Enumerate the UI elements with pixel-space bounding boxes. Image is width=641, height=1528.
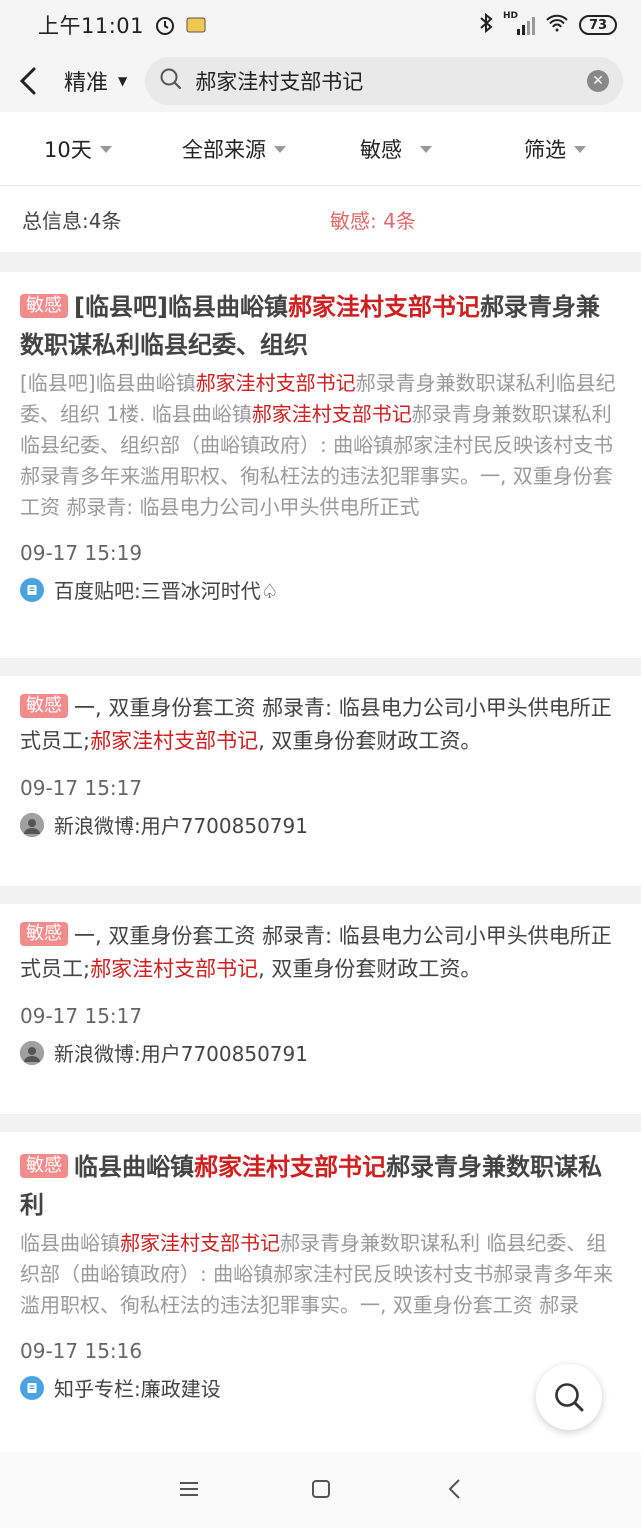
back-button[interactable]: [18, 61, 52, 101]
doc-icon: [20, 577, 44, 602]
sensitive-badge: 敏感: [20, 694, 68, 718]
filter-bar: 10天 全部来源 敏感 筛选: [0, 112, 641, 186]
search-box[interactable]: ✕: [145, 57, 623, 105]
result-card[interactable]: 敏感 一, 双重身份套工资 郝录青: 临县电力公司小甲头供电所正式员工;郝家洼村支…: [0, 676, 641, 886]
result-card[interactable]: 敏感 [临县吧]临县曲峪镇郝家洼村支部书记郝录青身兼数职谋私利临县纪委、组织 [临…: [0, 272, 641, 658]
result-summary: 总信息:4条 敏感: 4条: [0, 186, 641, 252]
filter-sensitivity[interactable]: 敏感: [360, 112, 432, 186]
title-text: 临县曲峪镇: [74, 1153, 194, 1181]
total-count: 总信息:4条: [22, 208, 122, 233]
status-bar: 上午11:01 HD 73: [0, 0, 641, 50]
result-source[interactable]: 新浪微博:用户7700850791: [20, 1038, 621, 1067]
chevron-left-icon: [448, 1479, 460, 1499]
source-name: 新浪微博:用户7700850791: [54, 1042, 308, 1066]
back-nav-button[interactable]: [440, 1474, 470, 1504]
system-navigation-bar: [0, 1452, 641, 1528]
snippet-highlight: 郝家洼村支部书记: [90, 729, 259, 753]
result-card[interactable]: 敏感 一, 双重身份套工资 郝录青: 临县电力公司小甲头供电所正式员工;郝家洼村支…: [0, 904, 641, 1114]
filter-label: 10天: [44, 138, 92, 162]
menu-icon: [180, 1482, 198, 1496]
floating-search-button[interactable]: [536, 1364, 602, 1430]
search-icon: [159, 67, 183, 95]
network-label: HD: [503, 11, 519, 21]
filter-label: 敏感: [360, 138, 402, 162]
source-name: 知乎专栏:廉政建设: [54, 1377, 221, 1401]
result-source[interactable]: 新浪微博:用户7700850791: [20, 810, 621, 839]
result-source[interactable]: 知乎专栏:廉政建设: [20, 1373, 621, 1402]
search-mode-label: 精准: [64, 71, 109, 96]
result-time: 09-17 15:17: [20, 1004, 143, 1028]
menu-nav-button[interactable]: [174, 1474, 204, 1504]
sensitive-badge: 敏感: [20, 922, 68, 946]
result-time: 09-17 15:19: [20, 541, 143, 565]
filter-time-range[interactable]: 10天: [44, 112, 112, 186]
caret-down-icon: [420, 145, 432, 153]
close-icon: ✕: [592, 73, 604, 89]
result-time: 09-17 15:17: [20, 776, 143, 800]
avatar-icon: [20, 812, 44, 837]
sensitive-count: 敏感: 4条: [330, 208, 416, 233]
alarm-icon: [154, 14, 176, 36]
filter-source[interactable]: 全部来源: [182, 112, 286, 186]
result-title: 敏感 临县曲峪镇郝家洼村支部书记郝录青身兼数职谋私利: [20, 1148, 621, 1224]
search-mode-dropdown[interactable]: 精准 ▼: [64, 65, 127, 97]
search-header: 精准 ▼ ✕: [0, 50, 641, 112]
filter-label: 全部来源: [182, 138, 266, 162]
signal-icon: HD: [503, 11, 535, 35]
caret-down-icon: ▼: [118, 74, 128, 88]
bluetooth-icon: [479, 12, 493, 39]
avatar-icon: [20, 1040, 44, 1065]
search-input[interactable]: [195, 69, 587, 93]
doc-icon: [20, 1375, 44, 1400]
snippet-highlight: 郝家洼村支部书记: [120, 1231, 280, 1255]
snippet-text: 临县曲峪镇: [20, 1231, 120, 1255]
app-notification-icon: [186, 17, 206, 33]
result-snippet: 敏感 一, 双重身份套工资 郝录青: 临县电力公司小甲头供电所正式员工;郝家洼村支…: [20, 692, 621, 758]
home-square-icon: [312, 1480, 330, 1498]
wifi-icon: [545, 13, 569, 37]
battery-icon: 73: [579, 15, 617, 35]
snippet-text: , 双重身份套财政工资。: [258, 729, 482, 753]
search-icon: [555, 1383, 584, 1412]
title-highlight: 郝家洼村支部书记: [287, 293, 480, 321]
filter-label: 筛选: [524, 138, 566, 162]
caret-down-icon: [274, 145, 286, 153]
status-right: HD 73: [479, 11, 617, 39]
snippet-highlight: 郝家洼村支部书记: [90, 957, 259, 981]
source-name: 百度贴吧:三晋冰河时代♤: [54, 579, 279, 603]
snippet-text: [临县吧]临县曲峪镇: [20, 371, 196, 395]
sensitive-badge: 敏感: [20, 1154, 68, 1178]
result-source[interactable]: 百度贴吧:三晋冰河时代♤: [20, 575, 621, 604]
result-snippet: 敏感 一, 双重身份套工资 郝录青: 临县电力公司小甲头供电所正式员工;郝家洼村支…: [20, 920, 621, 986]
snippet-highlight: 郝家洼村支部书记: [195, 371, 356, 395]
home-nav-button[interactable]: [306, 1474, 336, 1504]
snippet-highlight: 郝家洼村支部书记: [251, 402, 412, 426]
chevron-left-icon: [19, 67, 36, 95]
filter-advanced[interactable]: 筛选: [524, 112, 586, 186]
title-text: [临县吧]临县曲峪镇: [74, 293, 288, 321]
result-snippet: 临县曲峪镇郝家洼村支部书记郝录青身兼数职谋私利 临县纪委、组织部（曲峪镇政府）:…: [20, 1228, 621, 1321]
sensitive-badge: 敏感: [20, 294, 68, 318]
caret-down-icon: [574, 145, 586, 153]
result-time: 09-17 15:16: [20, 1339, 143, 1363]
title-highlight: 郝家洼村支部书记: [194, 1153, 386, 1181]
clear-search-button[interactable]: ✕: [587, 70, 609, 92]
snippet-text: , 双重身份套财政工资。: [258, 957, 482, 981]
result-title: 敏感 [临县吧]临县曲峪镇郝家洼村支部书记郝录青身兼数职谋私利临县纪委、组织: [20, 288, 621, 364]
status-time: 上午11:01: [38, 14, 145, 38]
source-name: 新浪微博:用户7700850791: [54, 814, 308, 838]
caret-down-icon: [99, 145, 112, 153]
result-snippet: [临县吧]临县曲峪镇郝家洼村支部书记郝录青身兼数职谋私利临县纪委、组织 1楼. …: [20, 368, 621, 523]
